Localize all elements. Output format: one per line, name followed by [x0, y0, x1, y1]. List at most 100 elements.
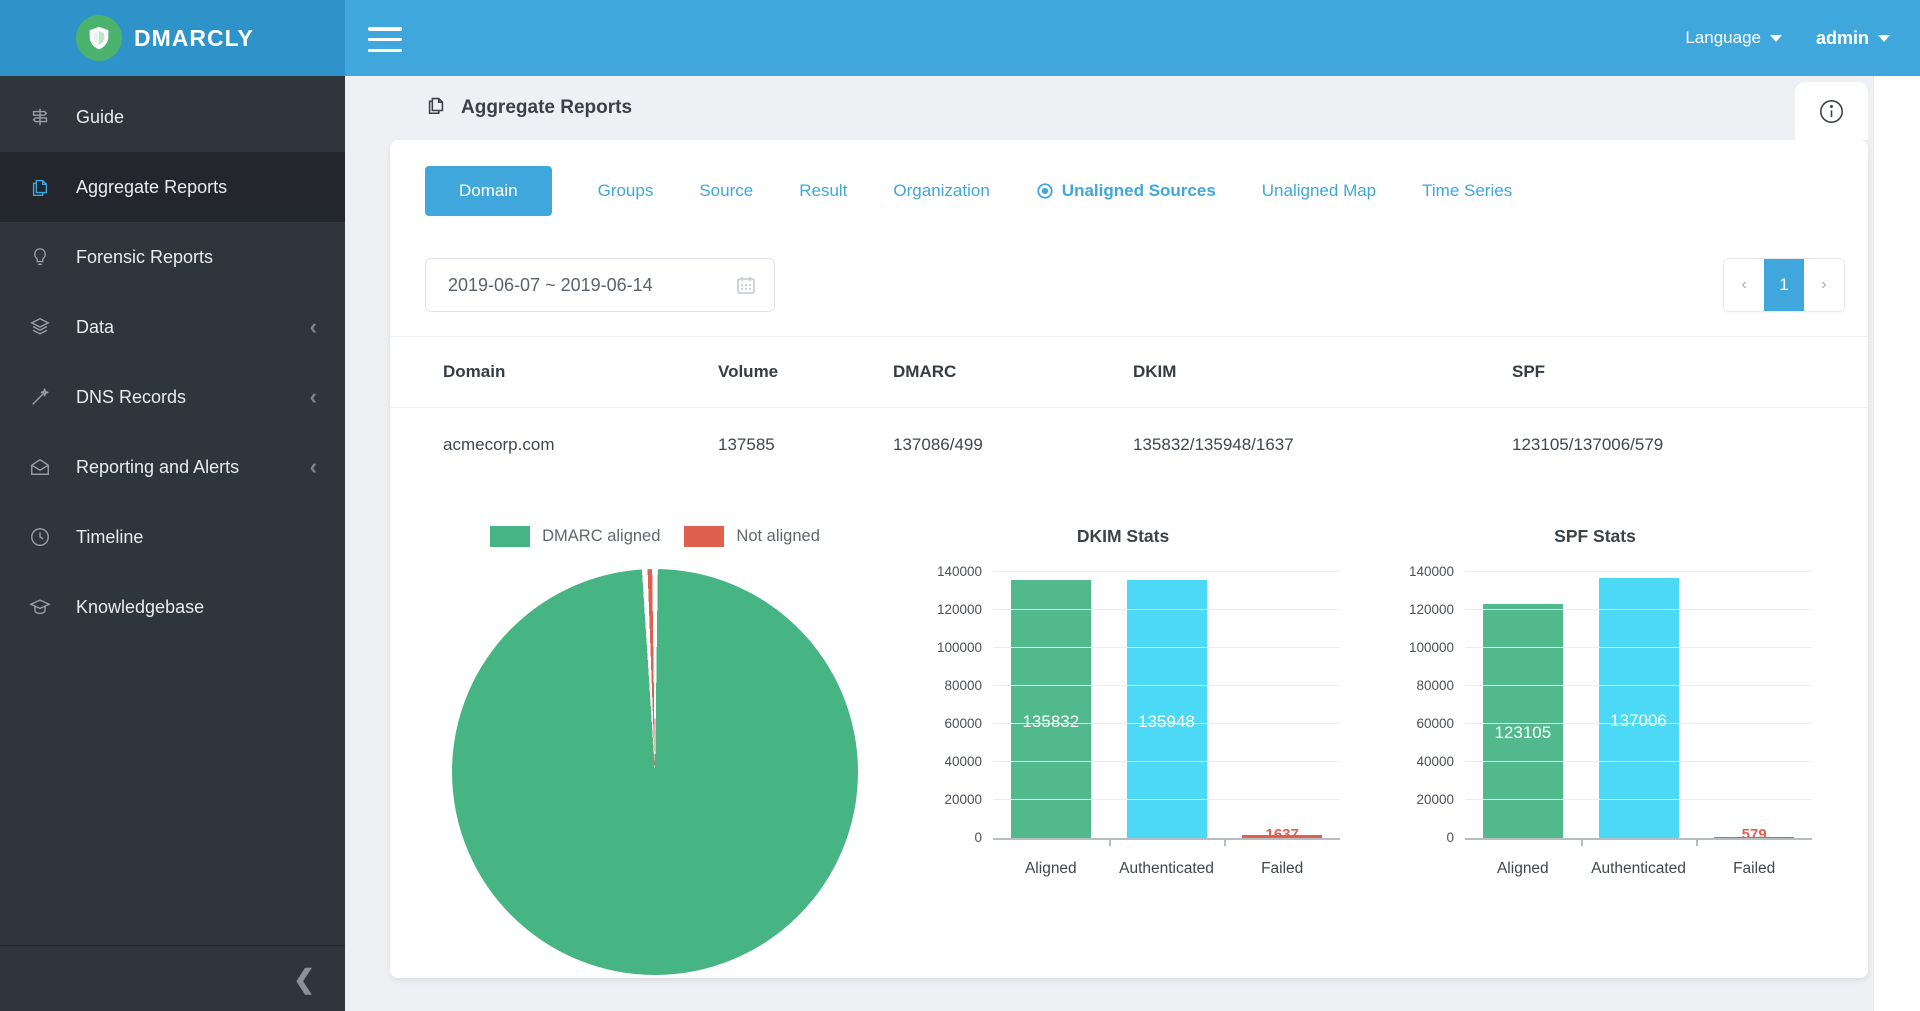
info-button[interactable] [1795, 82, 1868, 140]
tab-time-series[interactable]: Time Series [1422, 181, 1512, 201]
sidebar-item-reporting-and-alerts[interactable]: Reporting and Alerts ‹ [0, 432, 345, 502]
y-tick-label: 80000 [944, 678, 982, 694]
sidebar-item-knowledgebase[interactable]: Knowledgebase [0, 572, 345, 642]
report-table: Domain Volume DMARC DKIM SPF acmecorp.co… [390, 336, 1868, 482]
chevron-left-icon: ‹ [310, 456, 317, 478]
legend-item-not-aligned[interactable]: Not aligned [684, 526, 819, 547]
graduation-cap-icon [28, 595, 52, 619]
date-range-picker[interactable]: 2019-06-07 ~ 2019-06-14 [425, 258, 775, 312]
y-tick-label: 20000 [944, 792, 982, 808]
tab-groups[interactable]: Groups [598, 181, 654, 201]
caret-down-icon [1770, 35, 1782, 42]
sidebar-item-label: Data [76, 317, 114, 338]
envelope-icon [28, 455, 52, 479]
chevron-left-icon: ‹ [310, 316, 317, 338]
lightbulb-icon [28, 245, 52, 269]
tab-label: Organization [893, 181, 989, 201]
top-header: DMARCLY Language admin [0, 0, 1920, 76]
gridline [993, 799, 1340, 800]
column-header-spf: SPF [1512, 362, 1868, 382]
shield-logo-icon [76, 15, 122, 61]
chart-title: DKIM Stats [920, 526, 1326, 547]
tab-label: Unaligned Sources [1062, 181, 1216, 201]
gridline [1465, 799, 1812, 800]
gridline [1465, 571, 1812, 572]
page-right-gutter [1873, 76, 1920, 1011]
sidebar-item-dns-records[interactable]: DNS Records ‹ [0, 362, 345, 432]
y-tick-label: 20000 [1416, 792, 1454, 808]
y-tick-label: 100000 [1409, 640, 1454, 656]
brand-logo[interactable]: DMARCLY [0, 0, 345, 76]
sidebar-footer: ❮ [0, 945, 345, 1011]
sidebar-item-timeline[interactable]: Timeline [0, 502, 345, 572]
gridline [993, 647, 1340, 648]
brand-name: DMARCLY [134, 25, 254, 52]
tab-unaligned-sources[interactable]: Unaligned Sources [1036, 181, 1216, 201]
table-row[interactable]: acmecorp.com 137585 137086/499 135832/13… [390, 408, 1868, 482]
sidebar-item-label: Forensic Reports [76, 247, 213, 268]
hamburger-bar [368, 49, 402, 53]
column-header-dmarc: DMARC [893, 362, 1133, 382]
tab-result[interactable]: Result [799, 181, 847, 201]
signpost-icon [28, 105, 52, 129]
sidebar-item-data[interactable]: Data ‹ [0, 292, 345, 362]
caret-down-icon [1878, 35, 1890, 42]
y-tick-label: 80000 [1416, 678, 1454, 694]
y-tick-label: 100000 [937, 640, 982, 656]
sidebar-item-forensic-reports[interactable]: Forensic Reports [0, 222, 345, 292]
cell-domain: acmecorp.com [443, 435, 718, 455]
bar-value-label: 579 [1742, 826, 1767, 843]
y-tick-label: 140000 [937, 564, 982, 580]
hamburger-bar [368, 27, 402, 31]
bar-value-label: 1637 [1265, 826, 1298, 843]
gridline [1465, 609, 1812, 610]
tab-label: Domain [459, 181, 518, 201]
y-tick-label: 0 [974, 830, 982, 846]
plot-area: 1358321359481637 [993, 572, 1340, 838]
y-tick-label: 120000 [1409, 602, 1454, 618]
cell-dmarc: 137086/499 [893, 435, 1133, 455]
tab-source[interactable]: Source [699, 181, 753, 201]
user-dropdown[interactable]: admin [1816, 28, 1890, 49]
gridline [993, 761, 1340, 762]
cell-volume: 137585 [718, 435, 893, 455]
hamburger-menu-button[interactable] [368, 27, 402, 52]
table-header-row: Domain Volume DMARC DKIM SPF [390, 337, 1868, 408]
legend-item-dmarc-aligned[interactable]: DMARC aligned [490, 526, 660, 547]
tab-domain[interactable]: Domain [425, 166, 552, 216]
pagination-next-button[interactable]: › [1804, 259, 1844, 311]
sidebar-item-label: Aggregate Reports [76, 177, 227, 198]
y-tick-label: 120000 [937, 602, 982, 618]
sidebar: Guide Aggregate Reports Forensic Reports… [0, 76, 345, 1011]
legend-label: DMARC aligned [542, 527, 660, 546]
chart-title: SPF Stats [1392, 526, 1798, 547]
legend-swatch-green [490, 526, 530, 547]
sidebar-item-label: DNS Records [76, 387, 186, 408]
spf-stats-chart: SPF Stats 020000400006000080000100000120… [1392, 522, 1812, 892]
y-tick-label: 140000 [1409, 564, 1454, 580]
sidebar-collapse-button[interactable]: ❮ [293, 966, 315, 992]
legend-label: Not aligned [736, 527, 819, 546]
sidebar-item-aggregate-reports[interactable]: Aggregate Reports [0, 152, 345, 222]
cell-spf: 123105/137006/579 [1512, 435, 1868, 455]
gridline [993, 571, 1340, 572]
tab-organization[interactable]: Organization [893, 181, 989, 201]
x-tick-label: Failed [1224, 860, 1340, 878]
language-dropdown[interactable]: Language [1685, 28, 1782, 48]
y-tick-label: 40000 [1416, 754, 1454, 770]
sidebar-item-guide[interactable]: Guide [0, 82, 345, 152]
bar-value-label: 123105 [1494, 723, 1551, 743]
page-title: Aggregate Reports [461, 97, 632, 119]
gridline [993, 609, 1340, 610]
x-tick-label: Aligned [993, 860, 1109, 878]
topbar-right: Language admin [1685, 0, 1890, 76]
info-icon [1818, 98, 1845, 125]
cell-dkim: 135832/135948/1637 [1133, 435, 1512, 455]
date-range-value: 2019-06-07 ~ 2019-06-14 [448, 275, 734, 296]
pagination-prev-button[interactable]: ‹ [1724, 259, 1764, 311]
tab-unaligned-map[interactable]: Unaligned Map [1262, 181, 1376, 201]
pagination-page-1[interactable]: 1 [1764, 259, 1804, 311]
bar-aligned: 123105 [1483, 604, 1563, 838]
gridline [993, 685, 1340, 686]
page-title-group: Aggregate Reports [425, 92, 632, 123]
